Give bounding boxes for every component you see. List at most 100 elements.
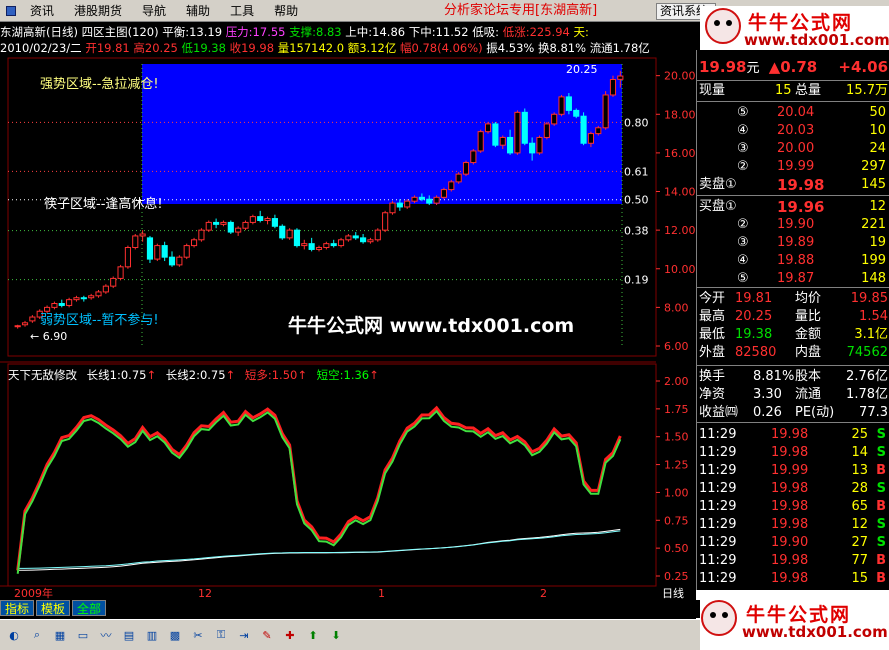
- candle-body: [257, 216, 264, 221]
- candle-body: [499, 136, 506, 146]
- chart-area[interactable]: 0.80 0.61 0.50 0.38 0.19 强势区域--急拉减仓! 筷子区域--逢…: [0, 56, 696, 600]
- support-value: 支撑:8.83: [289, 25, 342, 39]
- import-icon[interactable]: ⇥: [234, 625, 254, 645]
- low-value: 低19.38: [181, 41, 226, 55]
- pencil-icon[interactable]: ✎: [257, 625, 277, 645]
- menu-item-assist[interactable]: 辅助: [176, 0, 220, 22]
- now-volume: 15: [775, 83, 792, 98]
- stat-label: PE(动): [795, 405, 835, 420]
- candle-body: [198, 229, 205, 241]
- sell-price: 20.04: [777, 105, 815, 120]
- candle-body: [514, 111, 521, 154]
- candle-body: [73, 297, 80, 301]
- candle-body: [293, 229, 301, 247]
- candle-body: [220, 221, 227, 225]
- candle-body: [367, 239, 374, 243]
- x-label-2009: 2009年: [14, 586, 53, 599]
- tick-row: 11:29 19.98 28 S: [697, 480, 889, 498]
- short-long-line: [16, 405, 622, 571]
- tick-price: 19.98: [771, 571, 809, 586]
- buy-volume: 19: [869, 235, 886, 250]
- candle-body: [521, 111, 528, 144]
- chart-line-icon[interactable]: 〰: [96, 625, 116, 645]
- tab-template[interactable]: 模板: [36, 600, 71, 616]
- tick-row: 11:29 19.98 25 S: [697, 426, 889, 444]
- window-icon[interactable]: ▭: [73, 625, 93, 645]
- ratio-guide-label: 0.80: [624, 116, 649, 129]
- menu-item-info[interactable]: 资讯: [20, 0, 64, 22]
- buy-order-row: 买盘① 19.96 12: [697, 198, 889, 216]
- rsi-icon[interactable]: ▤: [119, 625, 139, 645]
- price-chart-svg[interactable]: 0.80 0.61 0.50 0.38 0.19 强势区域--急拉减仓! 筷子区域--逢…: [0, 56, 696, 600]
- zone-bamboo-label: 筷子区域--逢高休息!: [44, 196, 163, 212]
- candle-body: [543, 123, 550, 138]
- lock-icon[interactable]: ⚿: [211, 625, 231, 645]
- candle-body: [448, 181, 455, 191]
- candle-body: [426, 198, 433, 204]
- tab-all[interactable]: 全部: [72, 600, 107, 616]
- tab-indicator[interactable]: 指标: [0, 600, 35, 616]
- buy-price: 19.88: [777, 253, 815, 268]
- candle-body: [132, 235, 139, 249]
- total-volume-label: 总量: [795, 83, 822, 98]
- stat-value: 3.1亿: [854, 327, 888, 342]
- stat-row: 换手 8.81% 股本 2.76亿: [697, 368, 889, 386]
- tick-side: S: [876, 445, 886, 460]
- logo-url: www.tdx001.com: [744, 31, 889, 49]
- stat-label: 最高: [699, 309, 726, 324]
- candle-body: [558, 96, 565, 115]
- tick-side: S: [876, 535, 886, 550]
- grid-icon[interactable]: ▩: [165, 625, 185, 645]
- arrow-down-icon[interactable]: ⬇: [326, 625, 346, 645]
- candle-body: [227, 221, 234, 233]
- plus-icon[interactable]: ✚: [280, 625, 300, 645]
- buy-level: ③: [737, 235, 749, 250]
- sell-order-row: ② 19.99 297: [697, 158, 889, 176]
- arrow-up-icon[interactable]: ⬆: [303, 625, 323, 645]
- zoom-icon[interactable]: ◐: [4, 625, 24, 645]
- candle-body: [168, 256, 176, 266]
- search-icon[interactable]: ⌕: [27, 625, 47, 645]
- toolbar: ◐ ⌕ ▦ ▭ 〰 ▤ ▥ ▩ ✂ ⚿ ⇥ ✎ ✚ ⬆ ⬇: [0, 619, 700, 650]
- menu-item-nav[interactable]: 导航: [132, 0, 176, 22]
- candle-body: [470, 150, 477, 164]
- candle-body: [286, 229, 293, 239]
- tick-time: 11:29: [699, 463, 737, 478]
- tick-side: B: [876, 571, 886, 586]
- ratio-guide-label: 0.19: [624, 274, 649, 287]
- candle-body: [315, 247, 323, 250]
- tick-side: B: [876, 499, 886, 514]
- stat-label: 最低: [699, 327, 726, 342]
- price-tick-label: 18.00: [664, 108, 696, 121]
- etf-icon[interactable]: ▦: [50, 625, 70, 645]
- upper-mid-value: 上中:14.86: [345, 25, 406, 39]
- tick-time: 11:29: [699, 517, 737, 532]
- ind-tick-label: 0.75: [664, 514, 689, 527]
- candle-body: [80, 297, 87, 300]
- candle-body: [551, 113, 558, 125]
- cow-logo-icon: [705, 8, 741, 44]
- menu-item-hk-futures[interactable]: 港股期货: [64, 0, 132, 22]
- indicator-title-line: 天下无敌修改 长线1:0.75↑ 长线2:0.75↑ 短多:1.50↑ 短空:1…: [8, 368, 379, 382]
- price-change: ▲0.78: [768, 58, 818, 76]
- stat-value: 20.25: [735, 309, 773, 324]
- bar-chart-icon[interactable]: ▥: [142, 625, 162, 645]
- ind-tick-label: 1.25: [664, 459, 689, 472]
- candle-body: [404, 200, 411, 208]
- logo-banner-top: 牛牛公式网 www.tdx001.com: [700, 6, 889, 50]
- candle-body: [389, 202, 396, 214]
- candle-body: [411, 196, 418, 202]
- buy-volume: 221: [861, 217, 886, 232]
- ind-tick-label: 1.75: [664, 403, 689, 416]
- menu-item-tools[interactable]: 工具: [220, 0, 264, 22]
- sell-order-row: ④ 20.03 10: [697, 122, 889, 140]
- candle-body: [565, 96, 572, 111]
- candle-body: [595, 127, 602, 135]
- tools-icon[interactable]: ✂: [188, 625, 208, 645]
- tick-volume: 25: [851, 427, 868, 442]
- cow-logo-icon-bottom: [701, 600, 737, 636]
- tick-row: 11:29 19.98 65 B: [697, 498, 889, 516]
- tick-price: 19.98: [771, 553, 809, 568]
- amount-value: 额3.12亿: [347, 41, 397, 55]
- menu-item-help[interactable]: 帮助: [264, 0, 308, 22]
